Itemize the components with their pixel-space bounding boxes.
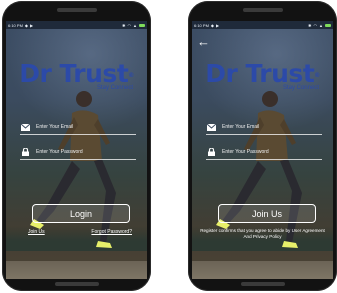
password-field[interactable]	[20, 145, 136, 160]
email-field[interactable]	[206, 120, 322, 135]
phone-frame-join: 6:10 PM ◆ ▶ ✱ ◠ ▲ ← Dr Trust® Stay Conne…	[188, 1, 337, 291]
login-button[interactable]: Login	[32, 204, 130, 223]
brand-name: Dr Trust	[205, 59, 315, 88]
signal-icon: ▲	[133, 22, 137, 28]
password-field[interactable]	[206, 145, 322, 160]
brand-tagline: Stay Connect	[96, 85, 133, 91]
wifi-icon: ◠	[313, 22, 318, 28]
phone-frame-login: 6:10 PM ◆ ▶ ✱ ◠ ▲ Dr Trust® Stay Connect	[2, 1, 151, 291]
brand-tagline: Stay Connect	[282, 85, 319, 91]
notification-icon: ◆	[210, 22, 214, 28]
status-bar: 6:10 PM ◆ ▶ ✱ ◠ ▲	[6, 21, 147, 29]
status-time: 6:10 PM	[194, 22, 209, 28]
login-links: Join Us Forgot Password?	[28, 229, 132, 235]
join-screen: 6:10 PM ◆ ▶ ✱ ◠ ▲ ← Dr Trust® Stay Conne…	[192, 21, 333, 279]
password-input[interactable]	[222, 149, 318, 155]
email-icon	[206, 123, 216, 131]
bottom-speaker	[54, 282, 99, 286]
email-input[interactable]	[36, 124, 132, 130]
registered-mark: ®	[314, 72, 320, 79]
login-screen: 6:10 PM ◆ ▶ ✱ ◠ ▲ Dr Trust® Stay Connect	[6, 21, 147, 279]
play-icon: ▶	[215, 22, 220, 28]
bottom-speaker	[240, 282, 285, 286]
registered-mark: ®	[128, 72, 134, 79]
earpiece	[242, 8, 283, 12]
bluetooth-icon: ✱	[308, 22, 312, 28]
lock-icon	[20, 148, 30, 156]
signal-icon: ▲	[319, 22, 323, 28]
wifi-icon: ◠	[127, 22, 132, 28]
notification-icon: ◆	[24, 22, 28, 28]
email-field[interactable]	[20, 120, 136, 135]
email-icon	[20, 123, 30, 131]
earpiece	[56, 8, 97, 12]
battery-icon	[325, 23, 331, 27]
brand-logo: Dr Trust® Stay Connect	[192, 59, 333, 92]
lock-icon	[206, 148, 216, 156]
brand-name: Dr Trust	[19, 59, 129, 88]
forgot-password-link[interactable]: Forgot Password?	[91, 229, 132, 235]
battery-icon	[139, 23, 145, 27]
brand-logo: Dr Trust® Stay Connect	[6, 59, 147, 92]
terms-text[interactable]: Register confirms that you agree to abid…	[200, 228, 325, 240]
status-bar: 6:10 PM ◆ ▶ ✱ ◠ ▲	[192, 21, 333, 29]
bluetooth-icon: ✱	[122, 22, 126, 28]
join-us-link[interactable]: Join Us	[28, 229, 45, 235]
join-us-button[interactable]: Join Us	[218, 204, 316, 223]
back-arrow-icon[interactable]: ←	[197, 35, 210, 48]
password-input[interactable]	[36, 149, 132, 155]
email-input[interactable]	[222, 124, 318, 130]
play-icon: ▶	[29, 22, 34, 28]
status-time: 6:10 PM	[8, 22, 23, 28]
